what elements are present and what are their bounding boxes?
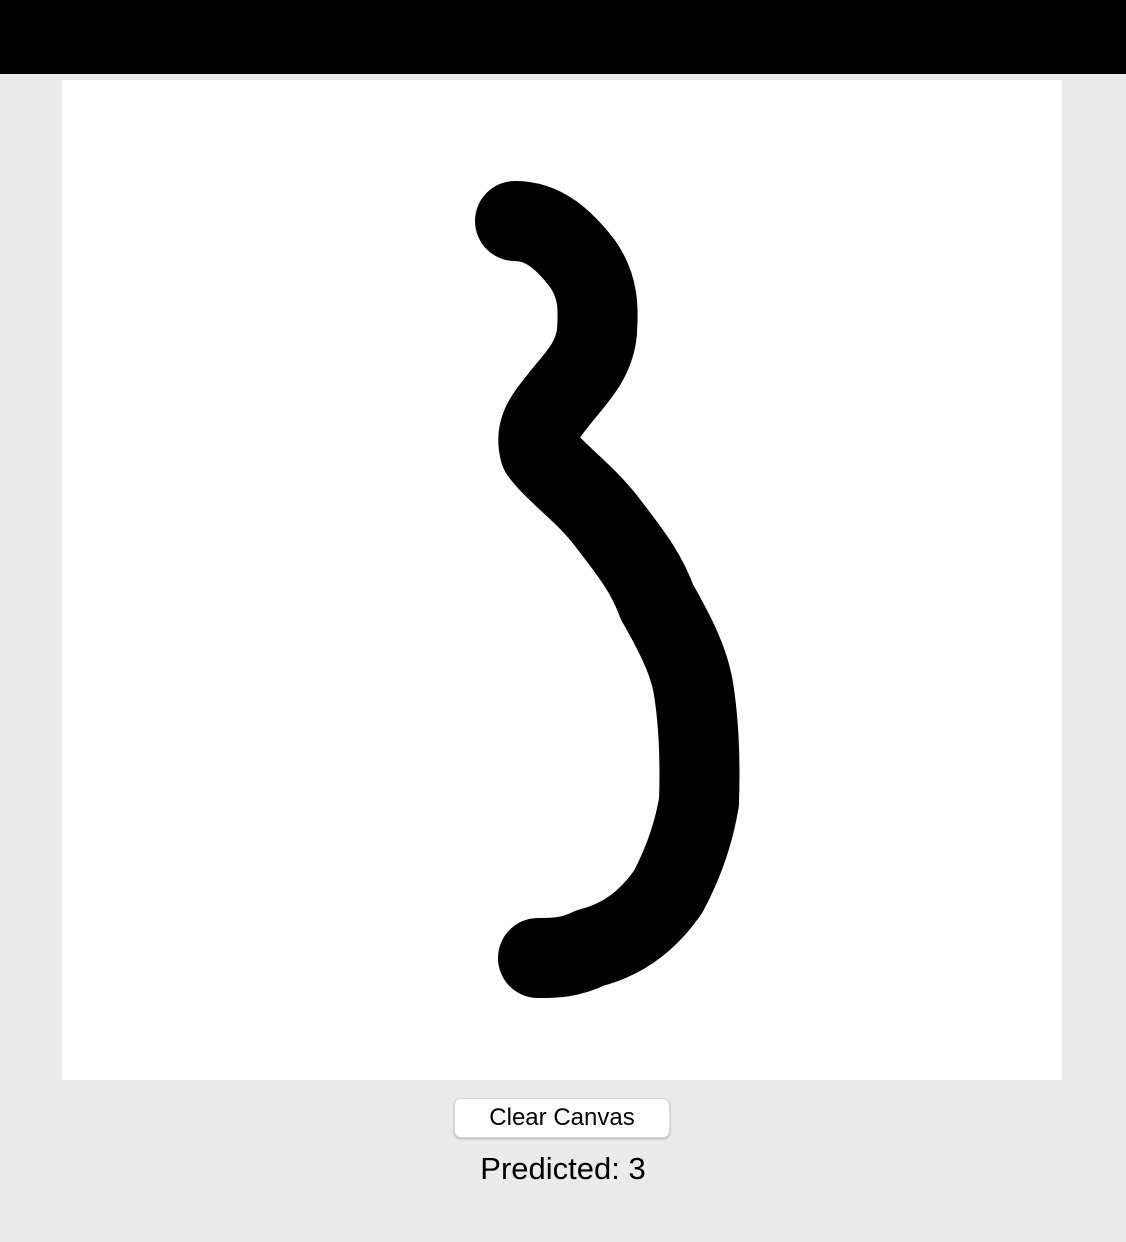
prediction-label: Predicted:: [480, 1151, 620, 1186]
drawn-digit-stroke: [475, 181, 740, 998]
prediction-text: Predicted: 3: [0, 1150, 1126, 1188]
clear-canvas-button[interactable]: Clear Canvas: [454, 1098, 670, 1138]
drawing-canvas[interactable]: [62, 80, 1062, 1080]
prediction-value: 3: [628, 1151, 646, 1186]
top-bar: [0, 0, 1126, 74]
